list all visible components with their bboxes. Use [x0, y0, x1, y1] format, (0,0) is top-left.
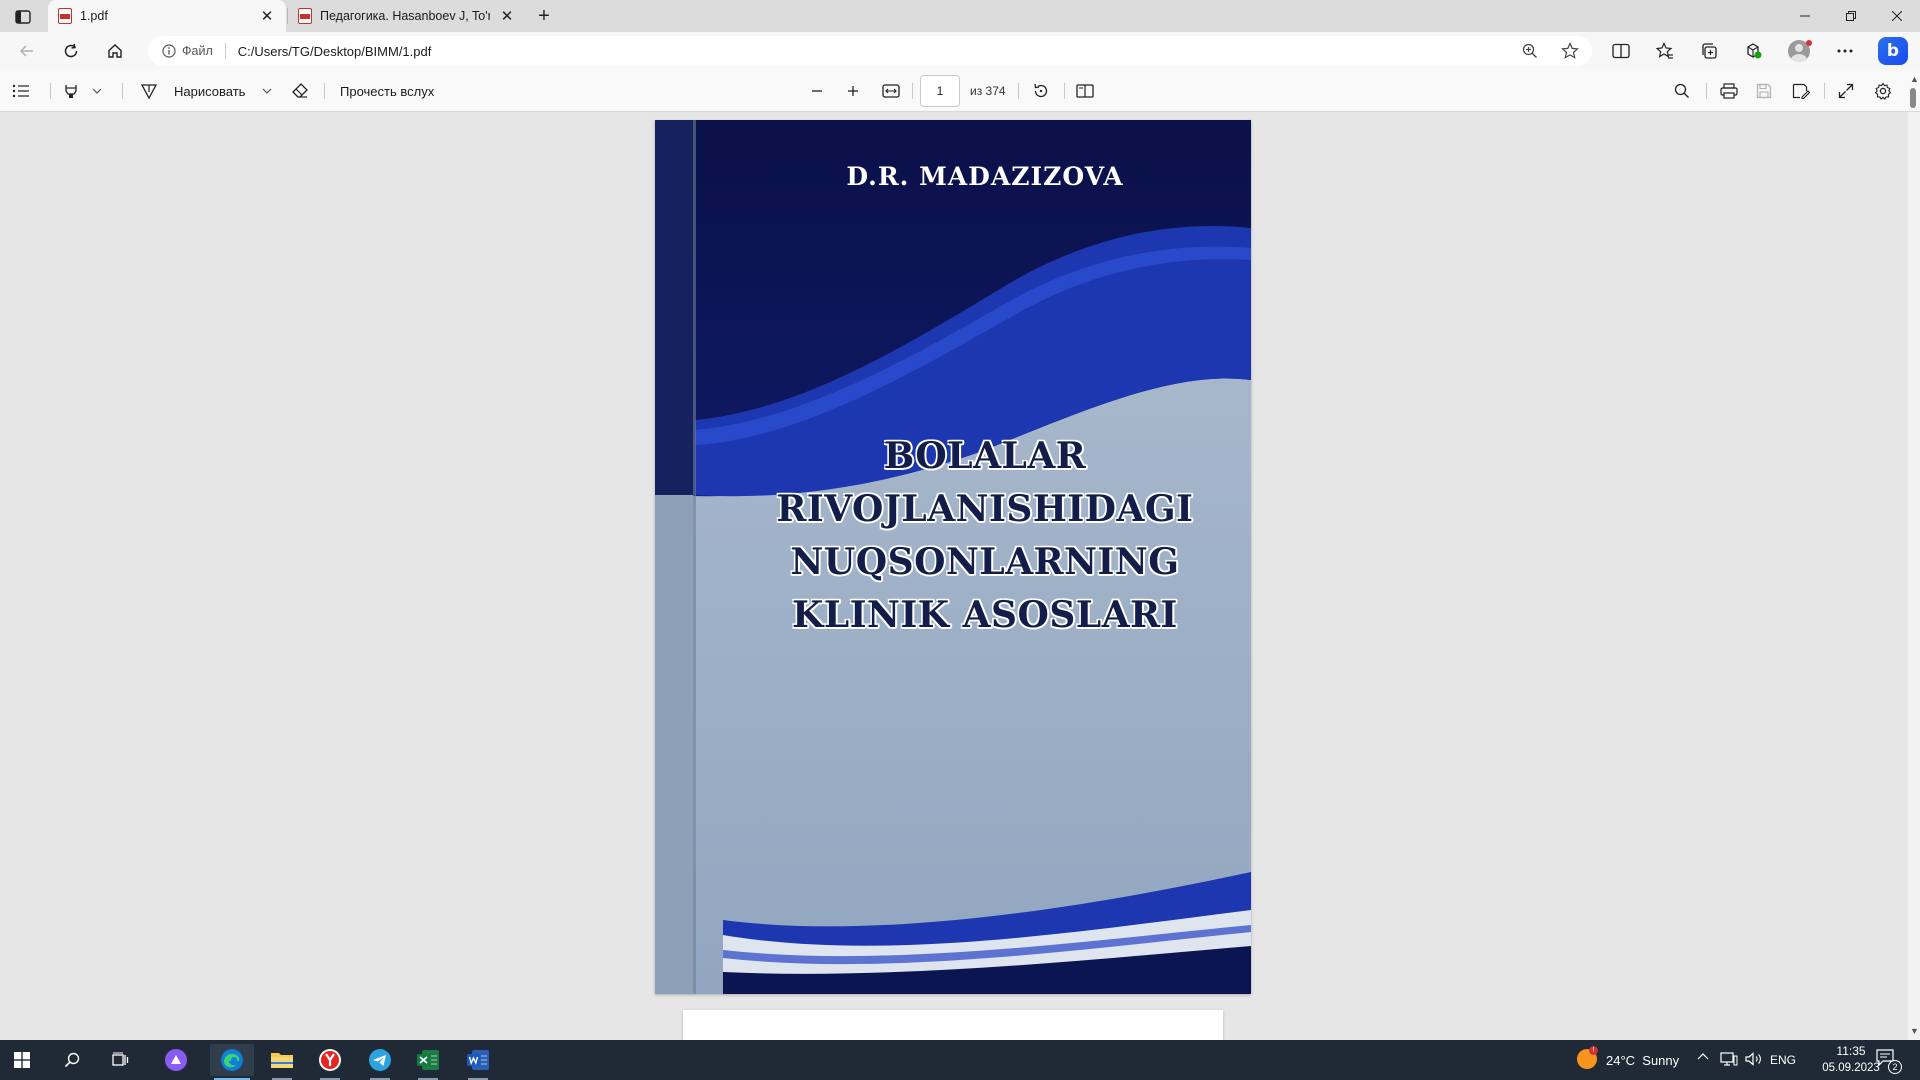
book-title-line: KLINIK ASOSLARI — [792, 594, 1178, 636]
tab-actions-icon[interactable] — [10, 6, 36, 28]
site-info-button[interactable]: Файл — [162, 44, 213, 58]
toolbar-divider — [1018, 83, 1019, 99]
toolbar-divider — [50, 83, 51, 99]
info-icon — [162, 44, 176, 58]
close-icon[interactable]: ✕ — [258, 7, 276, 25]
alice-assistant-icon[interactable] — [154, 1044, 198, 1076]
save-icon[interactable] — [1756, 79, 1772, 103]
pen-icon — [140, 84, 158, 100]
draw-label: Нарисовать — [174, 83, 246, 99]
find-icon[interactable] — [1674, 79, 1690, 103]
toolbar-divider — [122, 83, 123, 99]
omnibox-divider — [224, 43, 226, 59]
pdf-file-icon — [298, 8, 312, 24]
extensions-icon[interactable] — [1738, 37, 1768, 65]
pdf-file-icon — [58, 8, 72, 24]
contents-list-icon[interactable] — [12, 79, 30, 103]
scroll-up-icon[interactable]: ▲ — [1910, 74, 1919, 84]
address-bar[interactable]: Файл C:/Users/TG/Desktop/BIMM/1.pdf — [148, 36, 1592, 66]
settings-gear-icon[interactable] — [1874, 79, 1892, 103]
edge-browser-icon[interactable] — [210, 1044, 254, 1080]
read-aloud-label: Прочесть вслух — [340, 83, 435, 99]
rotate-icon[interactable] — [1032, 79, 1050, 103]
tab-strip: 1.pdf ✕ Педагогика. Hasanboev J, To'raqu… — [0, 0, 1920, 32]
page-view-icon[interactable] — [1076, 79, 1094, 103]
clock-time[interactable]: 11:35 — [1821, 1044, 1881, 1058]
minimize-button[interactable] — [1782, 0, 1828, 32]
page-number-input[interactable]: 1 — [920, 75, 960, 107]
file-explorer-icon[interactable] — [260, 1044, 304, 1080]
weather-alert-badge: ! — [1589, 1046, 1598, 1055]
collections-icon[interactable] — [1694, 37, 1724, 65]
fit-width-icon[interactable] — [882, 79, 900, 103]
close-icon[interactable]: ✕ — [498, 7, 516, 25]
tab-pedagogika[interactable]: Педагогика. Hasanboev J, To'raqulov ✕ — [288, 0, 526, 32]
weather-text[interactable]: 24°C Sunny — [1606, 1053, 1679, 1068]
zoom-in-icon[interactable] — [846, 79, 860, 103]
url-text[interactable]: C:/Users/TG/Desktop/BIMM/1.pdf — [238, 44, 432, 59]
vertical-scrollbar[interactable] — [1908, 112, 1920, 1040]
eraser-icon[interactable] — [291, 79, 309, 103]
book-title-line: NUQSONLARNING — [790, 541, 1180, 583]
print-icon[interactable] — [1720, 79, 1738, 103]
split-screen-icon[interactable] — [1606, 37, 1636, 65]
task-view-icon[interactable] — [98, 1044, 142, 1076]
more-dots-icon[interactable] — [1830, 37, 1860, 65]
draw-button[interactable]: Нарисовать — [140, 79, 245, 103]
tab-title: 1.pdf — [80, 9, 108, 23]
scrollbar-thumb[interactable] — [1910, 88, 1916, 108]
toolbar-divider — [1824, 83, 1825, 99]
toolbar-divider — [324, 83, 325, 99]
tab-pdf[interactable]: 1.pdf ✕ — [48, 0, 286, 32]
read-aloud-button[interactable]: Прочесть вслух — [340, 79, 434, 103]
star-icon[interactable] — [1556, 39, 1584, 63]
book-cover-page: D.R. MADAZIZOVA BOLALAR RIVOJLANISHIDAGI… — [655, 120, 1251, 994]
pdf-document-area[interactable]: D.R. MADAZIZOVA BOLALAR RIVOJLANISHIDAGI… — [0, 112, 1908, 1040]
windows-start-icon[interactable] — [0, 1044, 44, 1076]
toolbar-divider — [912, 83, 913, 99]
yandex-browser-icon[interactable] — [308, 1044, 352, 1080]
restore-button[interactable] — [1828, 0, 1874, 32]
window-close-button[interactable] — [1874, 0, 1920, 32]
notification-count-badge: 2 — [1888, 1060, 1902, 1074]
site-info-label: Файл — [182, 44, 213, 58]
back-arrow-icon[interactable] — [12, 37, 42, 65]
save-as-icon[interactable] — [1792, 79, 1810, 103]
chevron-down-icon[interactable] — [92, 88, 102, 94]
book-title-line: RIVOJLANISHIDAGI — [776, 488, 1194, 530]
profile-notification-dot — [1806, 40, 1812, 46]
next-pdf-page — [683, 1010, 1223, 1040]
fullscreen-icon[interactable] — [1838, 79, 1854, 103]
book-title-line: BOLALAR — [883, 435, 1087, 477]
language-indicator[interactable]: ENG — [1770, 1053, 1796, 1067]
refresh-icon[interactable] — [56, 37, 86, 65]
telegram-icon[interactable] — [358, 1044, 402, 1080]
pdf-toolbar: Нарисовать Прочесть вслух — [0, 70, 1920, 112]
home-icon[interactable] — [100, 37, 130, 65]
new-tab-button[interactable]: + — [532, 5, 556, 27]
chevron-up-icon[interactable] — [1697, 1051, 1709, 1063]
book-title: BOLALAR RIVOJLANISHIDAGI NUQSONLARNING K… — [735, 430, 1235, 642]
volume-icon[interactable] — [1745, 1052, 1763, 1069]
navigation-bar: Файл C:/Users/TG/Desktop/BIMM/1.pdf — [0, 32, 1920, 70]
page-total-label: из 374 — [970, 84, 1006, 98]
tab-title: Педагогика. Hasanboev J, To'raqulov — [320, 9, 490, 23]
chevron-down-icon — [262, 88, 272, 94]
search-icon[interactable] — [50, 1044, 94, 1076]
excel-icon[interactable] — [406, 1044, 450, 1080]
word-icon[interactable] — [456, 1044, 500, 1080]
toolbar-divider — [1064, 83, 1065, 99]
zoom-out-icon[interactable] — [810, 79, 824, 103]
highlighter-icon — [65, 85, 77, 98]
network-icon[interactable] — [1720, 1052, 1738, 1069]
favorites-icon[interactable] — [1650, 37, 1680, 65]
highlight-tool-button[interactable] — [62, 79, 102, 103]
zoom-icon[interactable] — [1516, 39, 1544, 63]
book-author: D.R. MADAZIZOVA — [846, 162, 1124, 191]
scroll-down-icon[interactable]: ▼ — [1910, 1026, 1919, 1036]
toolbar-divider — [1706, 83, 1707, 99]
bing-icon[interactable]: b — [1878, 37, 1908, 65]
draw-options-button[interactable] — [262, 79, 272, 103]
